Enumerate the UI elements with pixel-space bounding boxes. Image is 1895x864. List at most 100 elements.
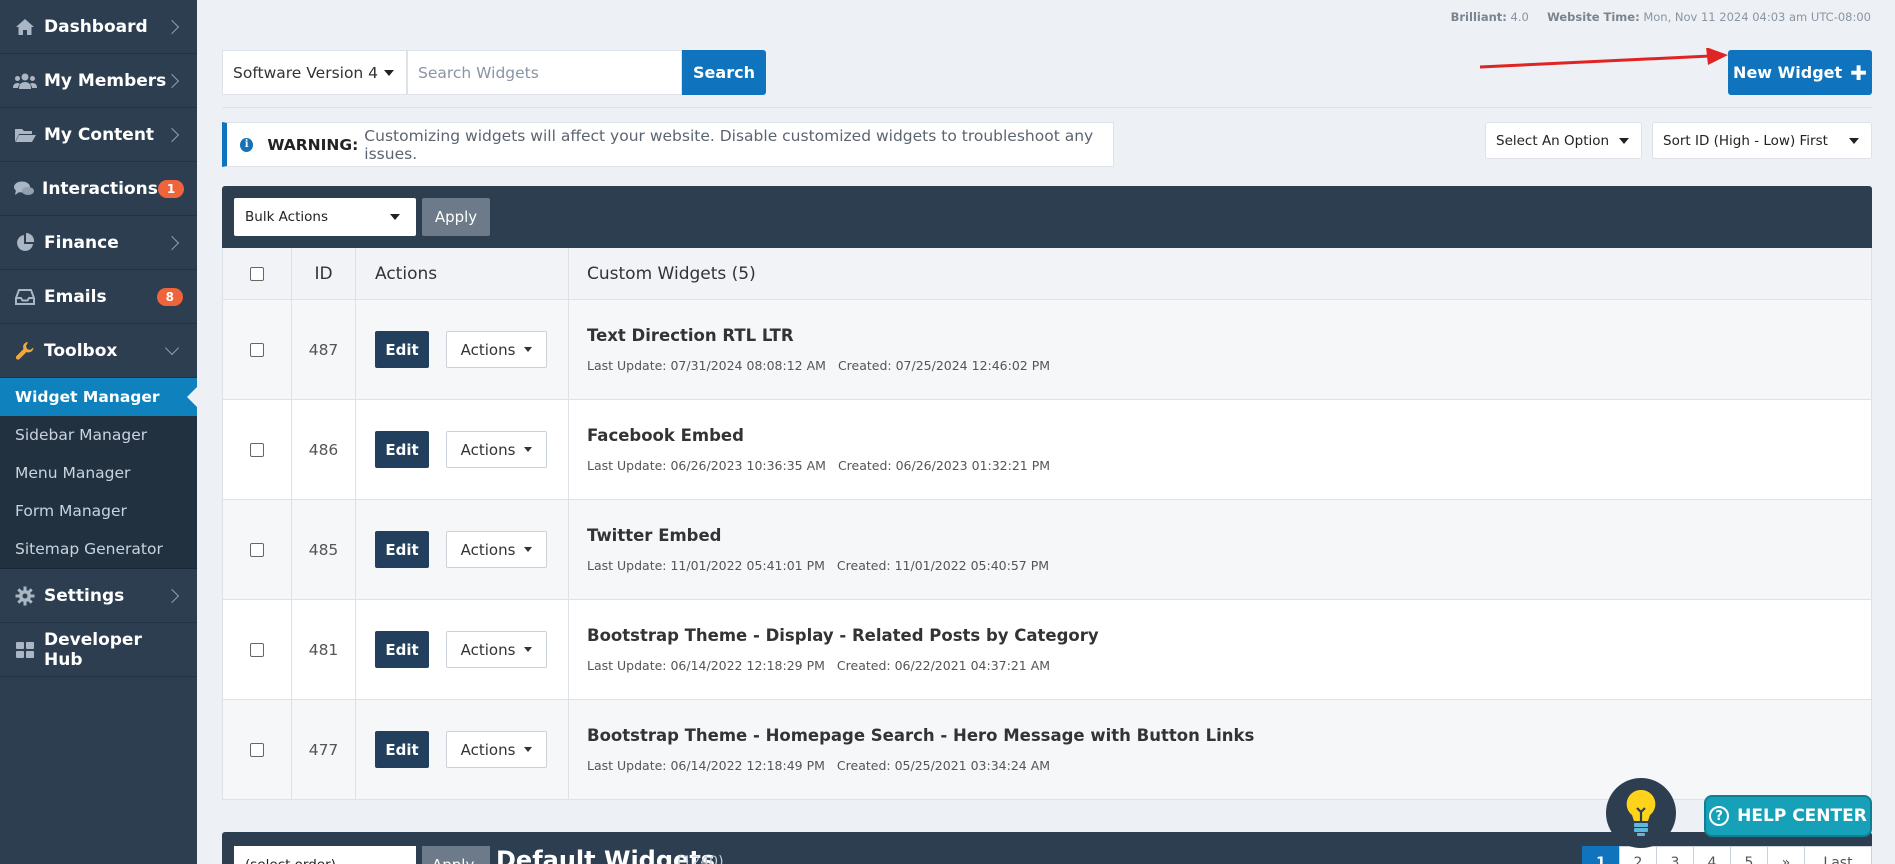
caret-down-icon	[1619, 138, 1629, 144]
lightbulb-button[interactable]	[1606, 778, 1676, 848]
caret-down-icon	[1849, 138, 1859, 144]
website-time-value: Mon, Nov 11 2024 04:03 am UTC-08:00	[1643, 10, 1871, 24]
apply-button[interactable]: Apply	[422, 198, 490, 236]
sidebar-item-emails[interactable]: Emails 8	[0, 270, 197, 324]
actions-dropdown[interactable]: Actions	[446, 531, 547, 568]
brilliant-label: Brilliant:	[1450, 10, 1507, 24]
search-button[interactable]: Search	[682, 50, 766, 95]
submenu-item-form-manager[interactable]: Form Manager	[0, 492, 197, 530]
widget-id: 481	[292, 600, 356, 699]
row-actions-cell: Edit Actions	[356, 500, 569, 599]
apply-button[interactable]: Apply	[422, 846, 490, 864]
submenu-item-widget-manager[interactable]: Widget Manager	[0, 378, 197, 416]
actions-dropdown[interactable]: Actions	[446, 431, 547, 468]
sidebar-item-settings[interactable]: Settings	[0, 569, 197, 623]
sidebar-item-toolbox[interactable]: Toolbox	[0, 324, 197, 378]
widget-info-cell: Text Direction RTL LTR Last Update: 07/3…	[569, 300, 1871, 399]
edit-button[interactable]: Edit	[375, 531, 429, 568]
actions-label: Actions	[460, 440, 516, 459]
next-page-link[interactable]: »	[1767, 846, 1805, 864]
default-widgets-count: (1240)	[677, 854, 724, 864]
bulk-actions-select[interactable]: Bulk Actions	[234, 198, 416, 236]
new-widget-button[interactable]: New Widget ✚	[1728, 50, 1872, 95]
page-link[interactable]: 2	[1619, 846, 1657, 864]
option-filter-value: Select An Option	[1496, 132, 1610, 149]
actions-dropdown[interactable]: Actions	[446, 731, 547, 768]
edit-button[interactable]: Edit	[375, 631, 429, 668]
table-header-row: ID Actions Custom Widgets (5)	[223, 248, 1871, 300]
row-checkbox[interactable]	[250, 342, 264, 357]
pagination: 1 2 3 4 5 » Last	[1582, 846, 1872, 864]
chevron-down-icon	[164, 340, 180, 355]
widget-id: 477	[292, 700, 356, 799]
widget-info-cell: Twitter Embed Last Update: 11/01/2022 05…	[569, 500, 1871, 599]
widget-id: 486	[292, 400, 356, 499]
page-link[interactable]: 3	[1656, 846, 1694, 864]
caret-down-icon	[524, 747, 533, 752]
table-row: 481 Edit Actions Bootstrap Theme - Displ…	[223, 600, 1871, 700]
order-select[interactable]: (select order)	[234, 846, 416, 864]
id-column-header[interactable]: ID	[292, 248, 356, 299]
sidebar-item-label: Dashboard	[44, 16, 148, 37]
widget-title[interactable]: Facebook Embed	[587, 426, 744, 445]
row-checkbox[interactable]	[250, 742, 264, 757]
sort-select[interactable]: Sort ID (High - Low) First	[1652, 122, 1872, 159]
sidebar-item-my-content[interactable]: My Content	[0, 108, 197, 162]
sidebar-item-label: My Members	[44, 70, 167, 91]
caret-down-icon	[524, 547, 533, 552]
notification-badge: 1	[157, 179, 185, 198]
sidebar-item-label: My Content	[44, 124, 155, 145]
widget-title[interactable]: Text Direction RTL LTR	[587, 326, 794, 345]
last-update: Last Update: 07/31/2024 08:08:12 AM	[587, 358, 826, 373]
actions-dropdown[interactable]: Actions	[446, 631, 547, 668]
submenu-item-sidebar-manager[interactable]: Sidebar Manager	[0, 416, 197, 454]
sidebar-item-dashboard[interactable]: Dashboard	[0, 0, 197, 54]
created-date: Created: 06/26/2023 01:32:21 PM	[837, 458, 1051, 473]
submenu-item-menu-manager[interactable]: Menu Manager	[0, 454, 197, 492]
sidebar-item-label: Settings	[44, 585, 125, 606]
row-checkbox[interactable]	[250, 542, 264, 557]
chevron-right-icon	[164, 235, 180, 250]
row-actions-cell: Edit Actions	[356, 600, 569, 699]
software-version-select[interactable]: Software Version 4	[222, 50, 407, 95]
page-link[interactable]: 5	[1730, 846, 1768, 864]
last-update: Last Update: 11/01/2022 05:41:01 PM	[587, 558, 825, 573]
row-check-cell	[223, 500, 292, 599]
info-icon: i	[240, 137, 254, 152]
row-checkbox[interactable]	[250, 442, 264, 457]
grid-icon	[13, 640, 37, 660]
submenu-item-sitemap-generator[interactable]: Sitemap Generator	[0, 530, 197, 568]
website-time-label: Website Time:	[1547, 10, 1640, 24]
widget-info-cell: Facebook Embed Last Update: 06/26/2023 1…	[569, 400, 1871, 499]
home-icon	[13, 17, 37, 37]
row-checkbox[interactable]	[250, 642, 264, 657]
edit-button[interactable]: Edit	[375, 331, 429, 368]
row-check-cell	[223, 300, 292, 399]
page-link[interactable]: 4	[1693, 846, 1731, 864]
chevron-right-icon	[164, 588, 180, 603]
widget-title[interactable]: Bootstrap Theme - Homepage Search - Hero…	[587, 726, 1254, 745]
row-actions-cell: Edit Actions	[356, 700, 569, 799]
widget-title[interactable]: Twitter Embed	[587, 526, 721, 545]
sidebar-item-my-members[interactable]: My Members	[0, 54, 197, 108]
folder-icon	[13, 125, 37, 145]
actions-dropdown[interactable]: Actions	[446, 331, 547, 368]
option-filter-select[interactable]: Select An Option	[1485, 122, 1642, 159]
widget-title[interactable]: Bootstrap Theme - Display - Related Post…	[587, 626, 1099, 645]
last-page-link[interactable]: Last	[1804, 846, 1872, 864]
help-center-label: HELP CENTER	[1737, 806, 1867, 826]
caret-down-icon	[524, 447, 533, 452]
page-link[interactable]: 1	[1582, 846, 1620, 864]
sidebar-item-finance[interactable]: Finance	[0, 216, 197, 270]
chevron-right-icon	[164, 73, 180, 88]
sidebar-item-developer-hub[interactable]: Developer Hub	[0, 623, 197, 677]
sidebar-item-interactions[interactable]: Interactions 1	[0, 162, 197, 216]
search-widgets-input[interactable]	[407, 50, 682, 95]
help-center-button[interactable]: ? HELP CENTER	[1704, 795, 1872, 837]
table-row: 486 Edit Actions Facebook Embed Last Upd…	[223, 400, 1871, 500]
wrench-icon	[13, 341, 37, 361]
edit-button[interactable]: Edit	[375, 431, 429, 468]
select-all-checkbox[interactable]	[250, 266, 264, 281]
edit-button[interactable]: Edit	[375, 731, 429, 768]
actions-label: Actions	[460, 540, 516, 559]
